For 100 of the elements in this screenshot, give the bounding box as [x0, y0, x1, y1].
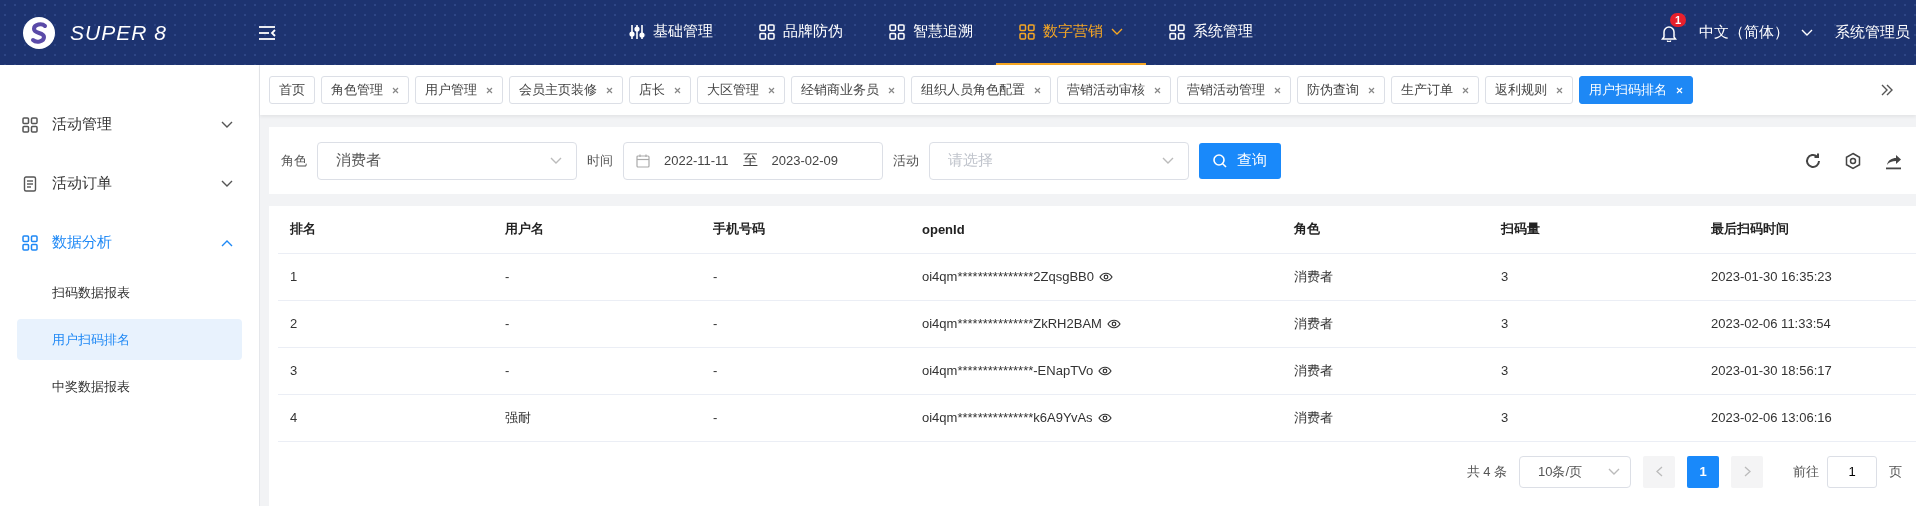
page-tab[interactable]: 角色管理 — [321, 76, 409, 104]
language-selector[interactable]: 中文（简体） — [1699, 23, 1813, 42]
table-cell: - — [493, 347, 701, 394]
page-tab[interactable]: 营销活动管理 — [1177, 76, 1291, 104]
page-tab[interactable]: 店长 — [629, 76, 691, 104]
notification-badge: 1 — [1670, 12, 1687, 27]
time-label: 时间 — [587, 151, 613, 170]
settings-icon — [1844, 151, 1862, 170]
sidebar-item[interactable]: 活动订单 — [0, 154, 259, 213]
table-cell: oi4qm***************ZkRH2BAM — [922, 316, 1102, 331]
nav-tab[interactable]: 基础管理 — [606, 0, 736, 65]
nav-tab[interactable]: 系统管理 — [1146, 0, 1276, 65]
close-icon — [1676, 86, 1683, 94]
page-size-select[interactable]: 10条/页 — [1519, 455, 1631, 488]
bell-icon — [1661, 23, 1677, 42]
close-icon — [1034, 86, 1041, 94]
page-tab[interactable]: 首页 — [269, 76, 315, 104]
nav-tab[interactable]: 品牌防伪 — [736, 0, 866, 65]
table-cell: 3 — [1489, 394, 1699, 441]
page-tab[interactable]: 会员主页装修 — [509, 76, 623, 104]
close-icon — [888, 86, 895, 94]
table-cell: 1 — [278, 253, 493, 300]
table-cell: 3 — [1489, 347, 1699, 394]
close-icon — [606, 86, 613, 94]
search-button[interactable]: 查询 — [1199, 142, 1281, 179]
page-tab[interactable]: 用户管理 — [415, 76, 503, 104]
chevron-down-icon — [221, 120, 233, 129]
page-tab[interactable]: 用户扫码排名 — [1579, 76, 1693, 104]
column-header: 用户名 — [493, 206, 701, 253]
close-icon — [1462, 86, 1469, 94]
column-header: 扫码量 — [1489, 206, 1699, 253]
table-cell: 强耐 — [493, 394, 701, 441]
table-cell: 3 — [278, 347, 493, 394]
table-cell: oi4qm***************-ENapTVo — [922, 363, 1094, 378]
menu-fold-icon — [258, 24, 276, 41]
close-icon — [674, 86, 681, 94]
eye-icon — [1098, 365, 1113, 376]
double-chevron-icon — [1880, 84, 1894, 96]
page-tab[interactable]: 经销商业务员 — [791, 76, 905, 104]
column-header: openId — [910, 206, 1282, 253]
role-select[interactable]: 消费者 — [317, 141, 577, 180]
chevron-up-icon — [221, 238, 233, 247]
chevron-down-icon — [1162, 156, 1174, 165]
refresh-icon — [1804, 151, 1822, 170]
table-cell: 3 — [1489, 300, 1699, 347]
grid-icon — [889, 23, 905, 40]
sidebar-subitem[interactable]: 扫码数据报表 — [17, 272, 242, 313]
chevron-down-icon — [1801, 28, 1813, 37]
user-name[interactable]: 系统管理员 — [1835, 23, 1910, 42]
page-tab[interactable]: 返利规则 — [1485, 76, 1573, 104]
close-icon — [1368, 86, 1375, 94]
sliders-icon — [629, 23, 645, 40]
grid-icon — [759, 23, 775, 40]
nav-tab[interactable]: 智慧追溯 — [866, 0, 996, 65]
sidebar-item[interactable]: 活动管理 — [0, 95, 259, 154]
page-suffix: 页 — [1889, 462, 1902, 481]
column-header: 最后扫码时间 — [1699, 206, 1916, 253]
logo-icon — [22, 15, 56, 50]
table-cell: 4 — [278, 394, 493, 441]
table-cell: - — [493, 300, 701, 347]
prev-page-button[interactable] — [1643, 455, 1675, 488]
table-cell: - — [701, 394, 910, 441]
page-input[interactable]: 1 — [1827, 455, 1877, 488]
grid-icon — [1169, 23, 1185, 40]
close-icon — [486, 86, 493, 94]
eye-icon — [1106, 318, 1121, 329]
chevron-down-icon — [1608, 467, 1620, 476]
page-tab[interactable]: 生产订单 — [1391, 76, 1479, 104]
page-tab[interactable]: 营销活动审核 — [1057, 76, 1171, 104]
table-cell: - — [701, 300, 910, 347]
table-cell: 3 — [1489, 253, 1699, 300]
column-header: 角色 — [1282, 206, 1489, 253]
close-icon — [1154, 86, 1161, 94]
table-cell: 2023-02-06 11:33:54 — [1699, 300, 1916, 347]
sidebar-item[interactable]: 数据分析 — [0, 213, 259, 272]
activity-label: 活动 — [893, 151, 919, 170]
date-range-field[interactable]: 2022-11-11 至 2023-02-09 — [623, 141, 883, 180]
table-cell: 消费者 — [1282, 347, 1489, 394]
close-icon — [1556, 86, 1563, 94]
grid-icon — [22, 116, 38, 133]
total-count: 共 4 条 — [1466, 462, 1507, 481]
sidebar-subitem[interactable]: 中奖数据报表 — [17, 366, 242, 407]
page-tab[interactable]: 防伪查询 — [1297, 76, 1385, 104]
page-tab[interactable]: 组织人员角色配置 — [911, 76, 1051, 104]
close-icon — [1274, 86, 1281, 94]
grid-icon — [22, 234, 38, 251]
page-number[interactable]: 1 — [1687, 455, 1719, 488]
table-cell: 2023-02-06 13:06:16 — [1699, 394, 1916, 441]
role-label: 角色 — [281, 151, 307, 170]
next-page-button[interactable] — [1731, 455, 1763, 488]
table-cell: 2023-01-30 16:35:23 — [1699, 253, 1916, 300]
grid-icon — [1019, 23, 1035, 40]
table-cell: 消费者 — [1282, 394, 1489, 441]
column-header: 手机号码 — [701, 206, 910, 253]
close-icon — [392, 86, 399, 94]
page-tab[interactable]: 大区管理 — [697, 76, 785, 104]
table-cell: 2 — [278, 300, 493, 347]
chevron-left-icon — [1655, 466, 1663, 477]
calendar-icon — [636, 153, 650, 168]
document-icon — [22, 175, 38, 192]
